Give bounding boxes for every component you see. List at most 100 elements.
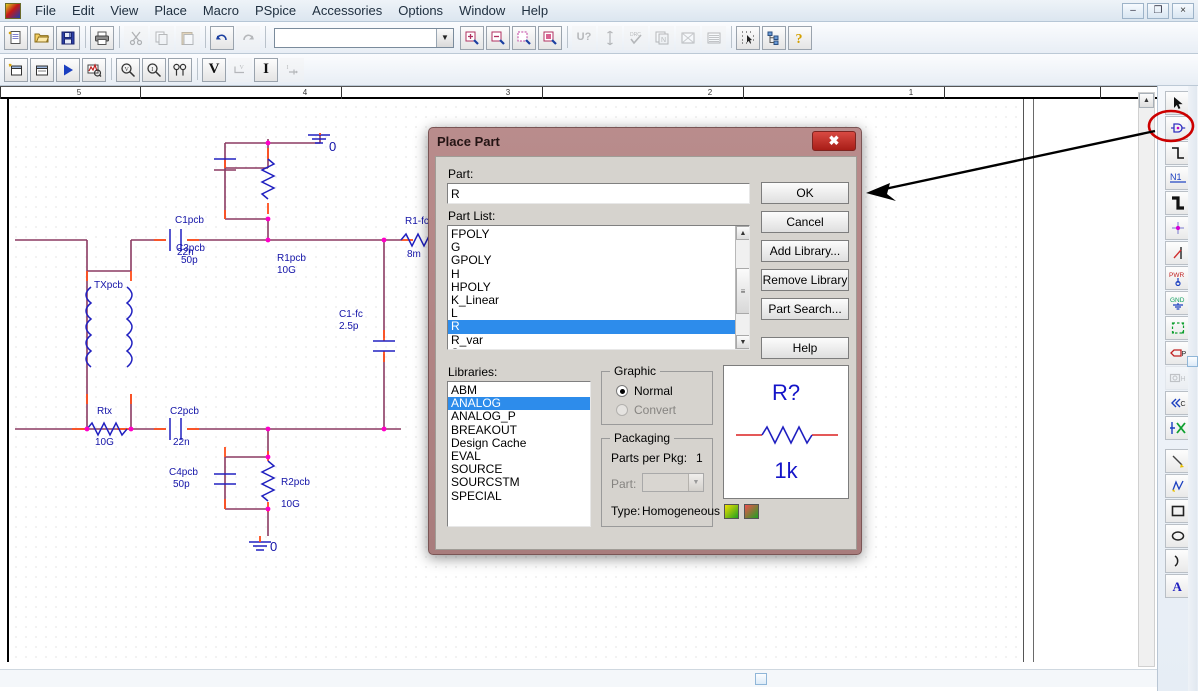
- list-item[interactable]: SPECIAL: [448, 489, 590, 503]
- drc-check-icon[interactable]: DRC: [624, 25, 648, 50]
- close-button[interactable]: ×: [1172, 3, 1194, 19]
- current-marker-icon[interactable]: I: [142, 57, 166, 82]
- snap-to-grid-icon[interactable]: [736, 25, 760, 50]
- menu-bar[interactable]: File Edit View Place Macro PSpice Access…: [27, 0, 556, 22]
- list-item[interactable]: GPOLY: [448, 254, 749, 267]
- cut-icon[interactable]: [124, 25, 148, 50]
- document-combo-value[interactable]: [275, 28, 436, 47]
- copy-icon[interactable]: [150, 25, 174, 50]
- undo-icon[interactable]: [210, 25, 234, 50]
- minimize-button[interactable]: –: [1122, 3, 1144, 19]
- draw-toolbox[interactable]: N1 PWR GND P H C A: [1157, 86, 1198, 691]
- horizontal-scroll-thumb[interactable]: [755, 673, 767, 685]
- part-value-c1pcb: 22n: [177, 247, 194, 258]
- zoom-area-icon[interactable]: [512, 25, 536, 50]
- enable-current-display-icon[interactable]: I: [254, 57, 278, 82]
- power-marker-icon[interactable]: [168, 57, 192, 82]
- voltage-marker-icon[interactable]: V: [116, 57, 140, 82]
- print-icon[interactable]: [90, 25, 114, 50]
- run-icon[interactable]: [56, 57, 80, 82]
- list-item[interactable]: G: [448, 241, 749, 254]
- scroll-down-icon[interactable]: ▼: [736, 335, 749, 349]
- list-item-selected[interactable]: R: [448, 320, 749, 334]
- help-button[interactable]: Help: [761, 337, 849, 359]
- canvas-horizontal-scrollbar[interactable]: [0, 669, 1157, 687]
- preview-package-icon[interactable]: [724, 504, 739, 519]
- save-icon[interactable]: [56, 25, 80, 50]
- menu-item-macro[interactable]: Macro: [195, 1, 247, 21]
- menu-item-pspice[interactable]: PSpice: [247, 1, 304, 21]
- menu-item-help[interactable]: Help: [513, 1, 556, 21]
- svg-text:I: I: [287, 65, 289, 71]
- open-folder-icon[interactable]: [30, 25, 54, 50]
- toolbox-scroll-thumb[interactable]: [1187, 356, 1198, 367]
- svg-text:N: N: [661, 37, 666, 44]
- package-part-combo[interactable]: ▼: [642, 473, 704, 492]
- zoom-fit-icon[interactable]: [538, 25, 562, 50]
- list-item[interactable]: ANALOG_P: [448, 410, 590, 423]
- redo-icon[interactable]: [236, 25, 260, 50]
- scroll-up-icon[interactable]: ▲: [736, 226, 749, 240]
- create-netlist-icon[interactable]: N: [650, 25, 674, 50]
- annotate-icon[interactable]: U?: [572, 25, 596, 50]
- list-item[interactable]: BREAKOUT: [448, 423, 590, 437]
- list-item[interactable]: L: [448, 307, 749, 320]
- remove-library-button[interactable]: Remove Library: [761, 269, 849, 291]
- menu-item-place[interactable]: Place: [146, 1, 195, 21]
- libraries-list[interactable]: ABM ANALOG ANALOG_P BREAKOUT Design Cach…: [447, 381, 591, 527]
- cross-reference-icon[interactable]: [676, 25, 700, 50]
- bill-of-materials-icon[interactable]: [702, 25, 726, 50]
- menu-item-accessories[interactable]: Accessories: [304, 1, 390, 21]
- new-simulation-profile-icon[interactable]: [4, 57, 28, 82]
- svg-text:N1: N1: [1170, 172, 1182, 182]
- part-value-rtx: 10G: [95, 437, 114, 448]
- preview-pin-icon[interactable]: [744, 504, 759, 519]
- dialog-close-button[interactable]: ✖: [812, 131, 856, 151]
- radio-unselected-icon: [616, 404, 628, 416]
- part-input[interactable]: R: [447, 183, 750, 204]
- graphic-normal-radio[interactable]: Normal: [616, 384, 673, 398]
- list-item[interactable]: H: [448, 267, 749, 281]
- part-search-button[interactable]: Part Search...: [761, 298, 849, 320]
- maximize-button[interactable]: ❐: [1147, 3, 1169, 19]
- list-item[interactable]: SOURCSTM: [448, 476, 590, 489]
- voltage-differential-icon[interactable]: V: [228, 57, 252, 82]
- ok-button[interactable]: OK: [761, 182, 849, 204]
- list-item[interactable]: S: [448, 346, 749, 349]
- pspice-toolbar[interactable]: V I V V I I: [0, 54, 1198, 86]
- menu-item-file[interactable]: File: [27, 1, 64, 21]
- scroll-up-button[interactable]: ▲: [1139, 93, 1154, 108]
- window-controls[interactable]: – ❐ ×: [1122, 3, 1194, 19]
- view-results-icon[interactable]: [82, 57, 106, 82]
- toolbox-scrollbar[interactable]: [1187, 86, 1198, 691]
- menu-item-window[interactable]: Window: [451, 1, 513, 21]
- canvas-vertical-scrollbar[interactable]: ▲: [1138, 92, 1155, 667]
- main-toolbar[interactable]: ▼ U? DRC N ?: [0, 22, 1198, 54]
- add-library-button[interactable]: Add Library...: [761, 240, 849, 262]
- part-list-scroll-thumb[interactable]: ≡: [736, 268, 749, 314]
- help-icon[interactable]: ?: [788, 25, 812, 50]
- place-part-dialog[interactable]: Place Part ✖ Part: R Part List: FPOLY G …: [428, 127, 862, 555]
- current-into-pin-icon[interactable]: I: [280, 57, 304, 82]
- menu-item-view[interactable]: View: [102, 1, 146, 21]
- edit-simulation-profile-icon[interactable]: [30, 57, 54, 82]
- graphic-convert-radio[interactable]: Convert: [616, 403, 676, 417]
- menu-item-edit[interactable]: Edit: [64, 1, 102, 21]
- chevron-down-icon[interactable]: ▼: [688, 474, 703, 491]
- zoom-out-icon[interactable]: [486, 25, 510, 50]
- cancel-button[interactable]: Cancel: [761, 211, 849, 233]
- chevron-down-icon[interactable]: ▼: [436, 28, 453, 47]
- list-item[interactable]: FPOLY: [448, 227, 749, 241]
- list-item[interactable]: R_var: [448, 333, 749, 347]
- part-list-scrollbar[interactable]: ▲ ≡ ▼: [735, 226, 749, 349]
- list-item[interactable]: K_Linear: [448, 293, 749, 307]
- document-combo[interactable]: ▼: [274, 27, 454, 48]
- design-rules-icon[interactable]: [598, 25, 622, 50]
- zoom-in-icon[interactable]: [460, 25, 484, 50]
- project-manager-icon[interactable]: [762, 25, 786, 50]
- new-document-icon[interactable]: [4, 25, 28, 50]
- part-list[interactable]: FPOLY G GPOLY H HPOLY K_Linear L R R_var…: [447, 225, 750, 350]
- enable-voltage-bias-icon[interactable]: V: [202, 57, 226, 82]
- menu-item-options[interactable]: Options: [390, 1, 451, 21]
- paste-icon[interactable]: [176, 25, 200, 50]
